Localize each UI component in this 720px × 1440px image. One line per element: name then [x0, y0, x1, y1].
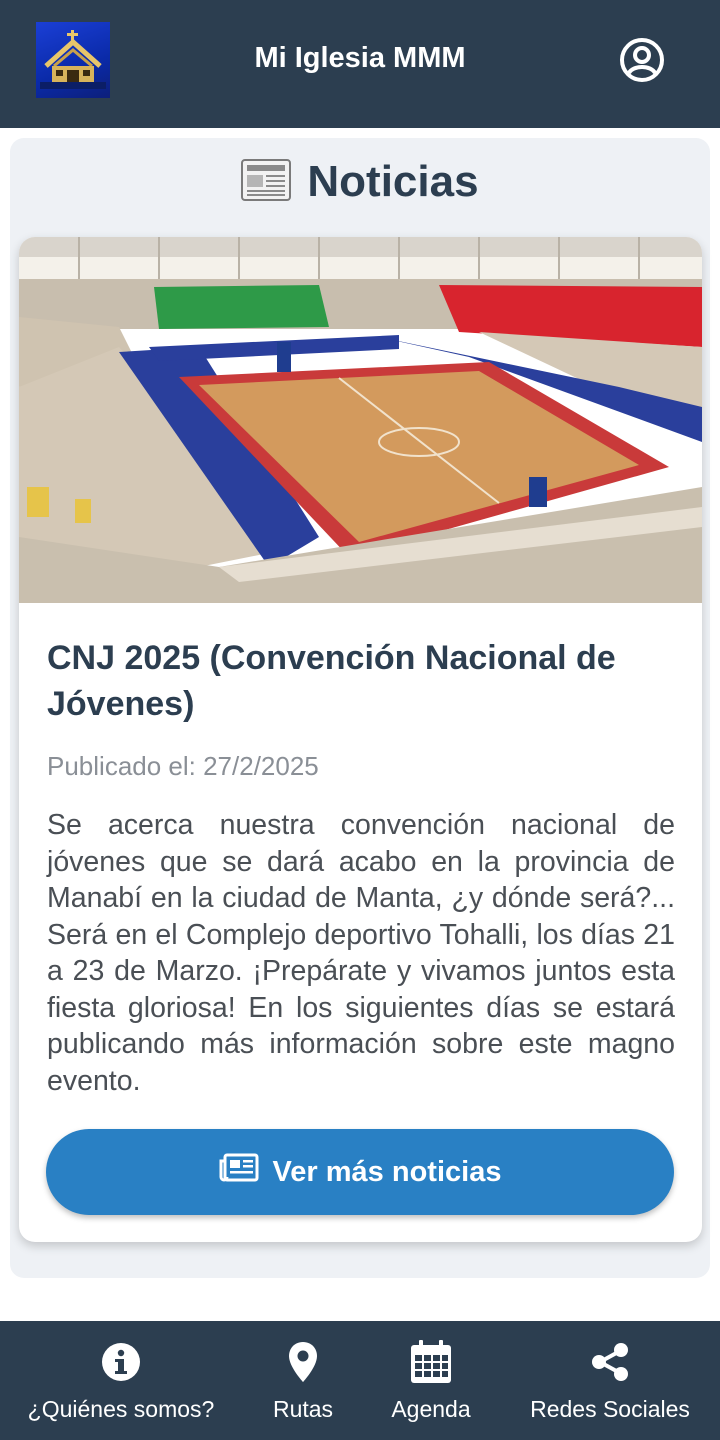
news-title[interactable]: CNJ 2025 (Convención Nacional de Jóvenes…	[47, 635, 677, 727]
app-header: Mi Iglesia MMM	[0, 0, 720, 128]
share-icon	[590, 1340, 630, 1384]
nav-item-quienes-somos[interactable]: ¿Quiénes somos?	[20, 1321, 222, 1440]
news-body: Se acerca nuestra convención nacional de…	[47, 809, 675, 1097]
nav-item-redes-sociales[interactable]: Redes Sociales	[524, 1321, 696, 1440]
map-pin-icon	[288, 1340, 318, 1384]
more-news-button[interactable]: Ver más noticias	[46, 1129, 674, 1215]
more-news-label: Ver más noticias	[272, 1155, 502, 1188]
nav-label: Redes Sociales	[530, 1396, 690, 1422]
news-date: Publicado el: 27/2/2025	[47, 751, 319, 781]
nav-label: Rutas	[272, 1396, 334, 1422]
bottom-navigation: ¿Quiénes somos? Rutas Agenda Redes Socia…	[0, 1321, 720, 1440]
nav-label: ¿Quiénes somos?	[27, 1396, 215, 1422]
news-image	[19, 237, 702, 603]
nav-item-rutas[interactable]: Rutas	[252, 1321, 354, 1440]
user-circle-icon[interactable]	[618, 36, 666, 84]
section-header: Noticias	[0, 152, 720, 212]
newspaper-icon	[241, 158, 292, 206]
nav-item-agenda[interactable]: Agenda	[376, 1321, 486, 1440]
news-card: CNJ 2025 (Convención Nacional de Jóvenes…	[19, 237, 702, 1242]
info-circle-icon	[101, 1340, 141, 1384]
newspaper-icon	[219, 1153, 259, 1191]
section-title: Noticias	[307, 157, 479, 206]
app-title: Mi Iglesia MMM	[254, 42, 466, 74]
calendar-icon	[410, 1340, 452, 1384]
nav-label: Agenda	[391, 1396, 471, 1422]
